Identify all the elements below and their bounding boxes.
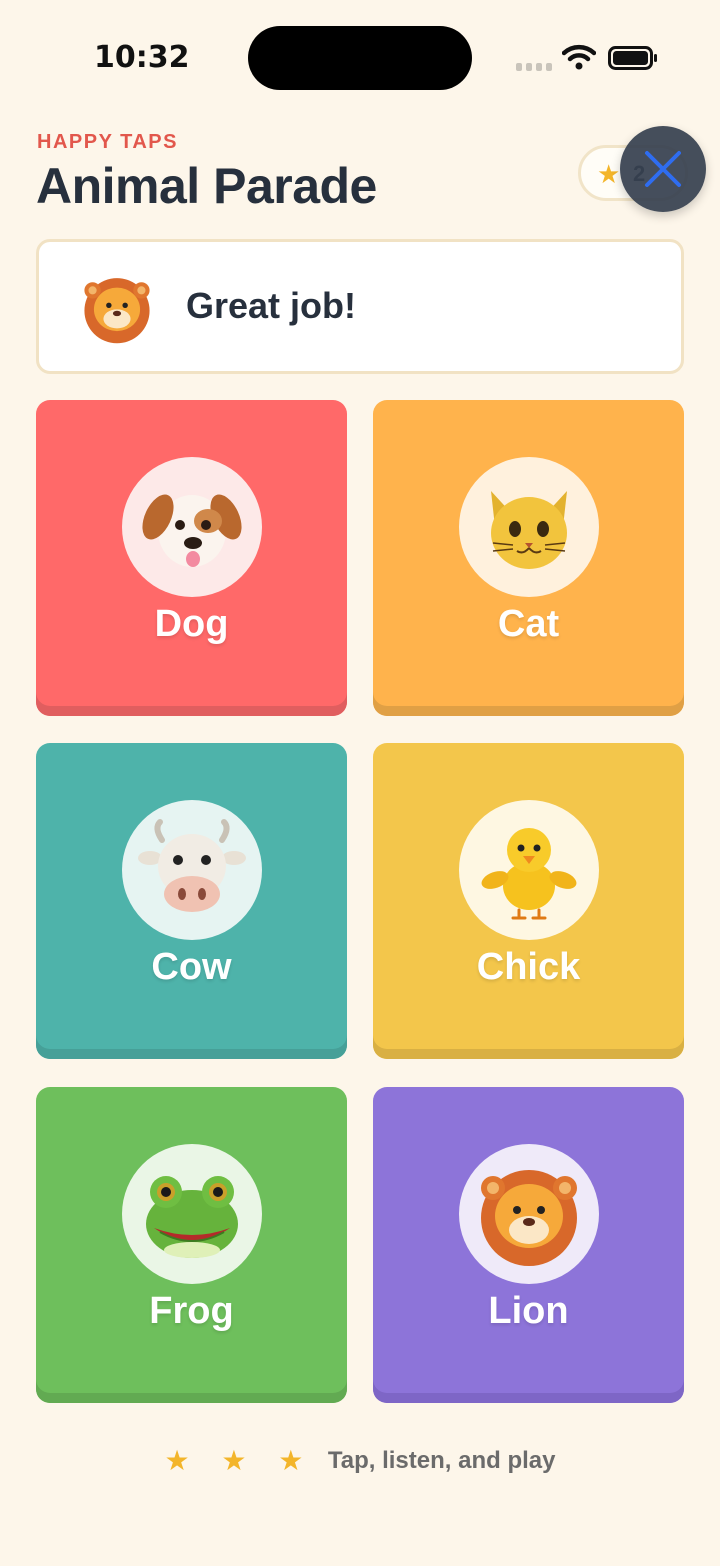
animal-icon-circle [122, 1144, 262, 1284]
animal-icon-circle [459, 1144, 599, 1284]
animal-tile-label: Dog [154, 603, 229, 645]
dynamic-island [248, 26, 472, 90]
frog-face-icon [146, 1176, 238, 1258]
page-title: Animal Parade [36, 158, 377, 214]
animal-tile-label: Cat [497, 603, 560, 645]
wifi-icon [562, 44, 596, 70]
animal-tile-label: Cow [151, 946, 232, 988]
animal-tile-frog[interactable]: Frog [36, 1087, 347, 1403]
close-button[interactable] [620, 126, 706, 212]
lion-face-icon [481, 1170, 577, 1266]
animal-icon-circle [122, 800, 262, 940]
animal-tile-cat[interactable]: Cat [373, 400, 684, 716]
animal-icon-circle [459, 800, 599, 940]
footer: ★ ★ ★ Tap, listen, and play [0, 1444, 720, 1484]
animal-tile-chick[interactable]: Chick [373, 743, 684, 1059]
status-time: 10:32 [94, 40, 190, 75]
dog-face-icon [142, 494, 242, 567]
animal-tile-cow[interactable]: Cow [36, 743, 347, 1059]
animal-tile-lion[interactable]: Lion [373, 1087, 684, 1403]
feedback-card: Great job! [36, 239, 684, 374]
animal-tile-label: Lion [488, 1290, 569, 1332]
close-icon [645, 151, 681, 187]
cat-face-icon [491, 491, 567, 569]
chick-icon [481, 828, 577, 920]
animal-icon-circle [459, 457, 599, 597]
battery-icon [608, 46, 657, 70]
app-eyebrow: HAPPY TAPS [37, 131, 178, 153]
cow-face-icon [138, 819, 246, 912]
cellular-signal-icon [516, 63, 552, 71]
star-icon: ★ [597, 159, 621, 189]
animal-tile-label: Chick [476, 946, 581, 988]
animal-icon-circle [122, 457, 262, 597]
star-rating-icons: ★ ★ ★ [164, 1445, 316, 1476]
animal-tile-label: Frog [149, 1290, 234, 1332]
feedback-message: Great job! [186, 285, 357, 326]
status-bar: 10:32 [0, 0, 720, 120]
animal-tile-dog[interactable]: Dog [36, 400, 347, 716]
lion-face-icon [84, 278, 150, 344]
footer-caption: Tap, listen, and play [327, 1446, 556, 1474]
